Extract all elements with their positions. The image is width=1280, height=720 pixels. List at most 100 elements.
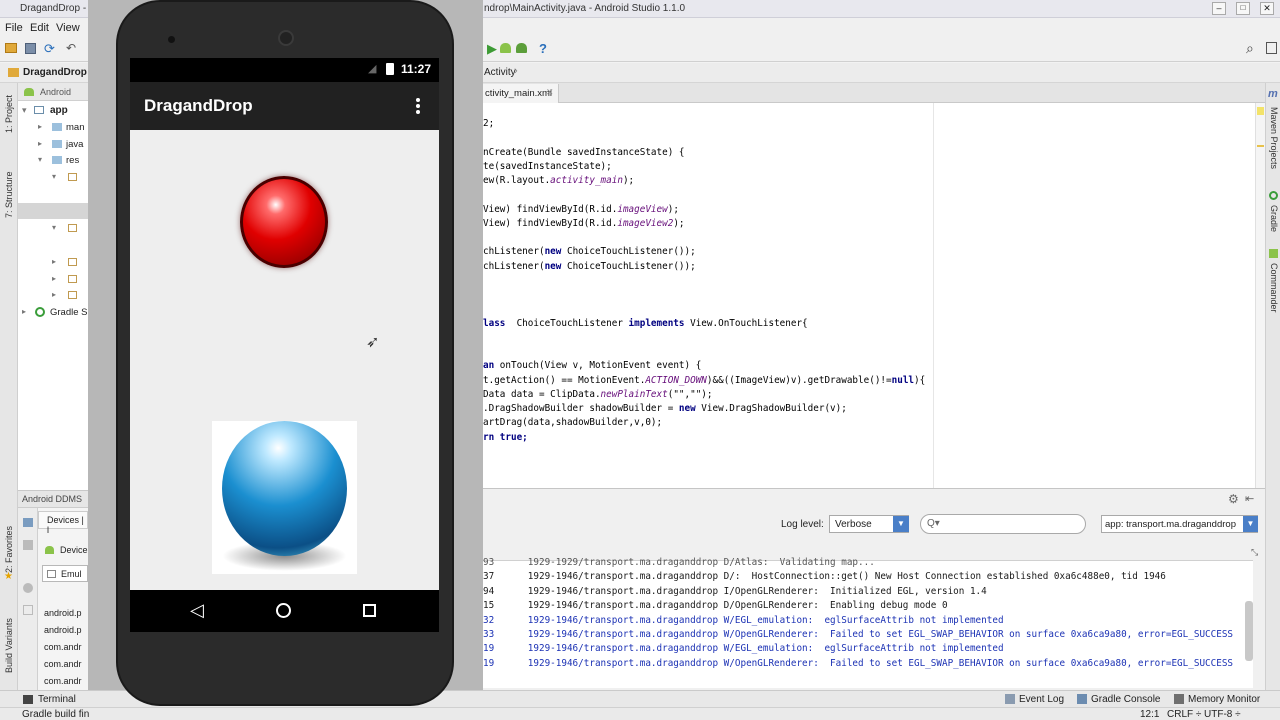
log-line: 94 1929-1946/transport.ma.draganddrop I/…: [483, 586, 987, 597]
run-app-icon[interactable]: ▶: [487, 41, 497, 57]
terminal-tab[interactable]: Terminal: [38, 694, 76, 705]
memory-monitor-tab[interactable]: Memory Monitor: [1188, 694, 1260, 705]
overflow-menu-icon[interactable]: [416, 98, 420, 102]
tree-item-manifests[interactable]: man: [66, 122, 84, 133]
code-editor[interactable]: 2; nCreate(Bundle savedInstanceState) {te…: [483, 103, 1255, 488]
gradle-tool-tab[interactable]: Gradle: [1269, 205, 1279, 232]
close-window-button[interactable]: ✕: [1260, 2, 1274, 15]
menu-file[interactable]: File: [5, 22, 23, 34]
mouse-cursor-icon: ➶: [366, 334, 380, 351]
expand-arrow-icon[interactable]: ▾: [52, 223, 56, 232]
process-row[interactable]: com.andr: [44, 676, 82, 686]
settings-panel-icon[interactable]: [1266, 42, 1277, 54]
maximize-button[interactable]: □: [1236, 2, 1250, 15]
code-token: ChoiceTouchListener: [505, 317, 629, 329]
menu-edit[interactable]: Edit: [30, 22, 49, 34]
settings-gear-icon[interactable]: ⚙: [1228, 492, 1239, 506]
scroll-to-end-icon[interactable]: ⤡: [1251, 547, 1258, 558]
window-title-right: ndrop\MainActivity.java - Android Studio…: [484, 3, 686, 14]
process-row[interactable]: android.p: [44, 608, 82, 618]
commander-tool-tab[interactable]: Commander: [1269, 263, 1279, 313]
process-row[interactable]: com.andr: [44, 642, 82, 652]
process-row[interactable]: android.p: [44, 625, 82, 635]
project-view-mode[interactable]: Android: [40, 87, 71, 97]
app-filter-select[interactable]: app: transport.ma.draganddrop ▼: [1101, 515, 1258, 533]
home-icon[interactable]: [276, 603, 291, 618]
log-line-tag: 1929-1946/transport.ma.draganddrop W/Ope…: [527, 629, 831, 640]
line-separator[interactable]: CRLF ÷: [1167, 709, 1201, 720]
minimize-button[interactable]: –: [1212, 2, 1226, 15]
blue-ball-image[interactable]: [212, 421, 357, 574]
breadcrumb-activity[interactable]: Activity: [484, 67, 516, 78]
favorites-tool-tab[interactable]: 2: Favorites: [4, 526, 14, 573]
code-token: )&&((ImageView)v).getDrawable()!=: [706, 374, 892, 386]
expand-arrow-icon[interactable]: ▾: [38, 155, 42, 164]
menu-view[interactable]: View: [56, 22, 80, 34]
sync-icon[interactable]: ⟳: [44, 41, 55, 57]
res-folder-icon: [68, 173, 77, 181]
tree-item-java[interactable]: java: [66, 139, 83, 150]
sdk-manager-icon[interactable]: [516, 43, 527, 53]
build-variants-tool-tab[interactable]: Build Variants: [4, 618, 14, 673]
recents-icon[interactable]: [363, 604, 376, 617]
tree-item-gradle-scripts[interactable]: Gradle S: [50, 307, 88, 318]
log-search-input[interactable]: Q▾: [920, 514, 1086, 534]
device-selector[interactable]: Device: [38, 543, 88, 559]
gradle-console-tab[interactable]: Gradle Console: [1091, 694, 1160, 705]
code-token: t.getAction() == MotionEvent.: [483, 374, 646, 386]
chevron-down-icon[interactable]: ▼: [893, 516, 909, 532]
record-icon[interactable]: [23, 540, 33, 550]
logcat-output[interactable]: 93 1929-1929/transport.ma.draganddrop D/…: [483, 557, 1253, 688]
expand-arrow-icon[interactable]: ▸: [52, 290, 56, 299]
code-token: 2;: [483, 118, 495, 129]
editor-scrollbar[interactable]: [1255, 103, 1265, 488]
stop-icon[interactable]: [23, 583, 33, 593]
expand-arrow-icon[interactable]: ▾: [52, 172, 56, 181]
log-scrollbar-thumb[interactable]: [1245, 601, 1253, 661]
caret-position[interactable]: 12:1: [1140, 709, 1159, 720]
file-encoding[interactable]: UTF-8 ÷: [1204, 709, 1241, 720]
help-icon[interactable]: ?: [539, 41, 547, 56]
expand-arrow-icon[interactable]: ▸: [52, 274, 56, 283]
tree-item-app[interactable]: app: [50, 105, 68, 116]
event-log-tab[interactable]: Event Log: [1019, 694, 1064, 705]
process-row[interactable]: com.andr: [44, 659, 82, 669]
expand-arrow-icon[interactable]: ▸: [52, 257, 56, 266]
gradle-icon: [35, 307, 45, 317]
expand-arrow-icon[interactable]: ▸: [22, 307, 26, 316]
back-icon[interactable]: ◁: [190, 600, 204, 621]
project-tool-tab[interactable]: 1: Project: [4, 95, 14, 133]
android-icon[interactable]: [500, 43, 511, 53]
app-filter-value: app: transport.ma.draganddrop: [1105, 519, 1236, 530]
code-token: new: [678, 403, 696, 414]
code-token: te(savedInstanceState);: [483, 160, 612, 172]
structure-tool-tab[interactable]: 7: Structure: [4, 171, 14, 218]
app-title: DragandDrop: [144, 96, 253, 115]
hide-panel-icon[interactable]: ⇤: [1245, 492, 1254, 505]
emulator-selector[interactable]: Emul: [42, 565, 88, 582]
dump-icon[interactable]: [23, 605, 33, 615]
maven-projects-tool-tab[interactable]: Maven Projects: [1269, 107, 1279, 169]
undo-icon[interactable]: ↶: [66, 41, 76, 55]
breadcrumb-project[interactable]: DragandDrop: [23, 67, 87, 78]
expand-arrow-icon[interactable]: ▸: [38, 122, 42, 131]
expand-arrow-icon[interactable]: ▸: [38, 139, 42, 148]
tree-item-res[interactable]: res: [66, 155, 79, 166]
log-line-message: HostConnection::get() New Host Connectio…: [751, 571, 1166, 583]
red-ball-image[interactable]: [240, 176, 328, 268]
warning-stripe[interactable]: [1257, 145, 1264, 147]
screenshot-icon[interactable]: [23, 518, 33, 527]
log-level-select[interactable]: Verbose ▼: [829, 515, 909, 533]
editor-tab-activity-main-xml[interactable]: ctivity_main.xml ✕: [483, 84, 559, 103]
search-everywhere-icon[interactable]: ⌕: [1246, 40, 1254, 57]
save-icon[interactable]: [25, 43, 36, 54]
status-bar: Gradle build fin 12:1 CRLF ÷ UTF-8 ÷: [0, 707, 1280, 720]
devices-tab[interactable]: Devices | l: [38, 511, 88, 535]
expand-arrow-icon[interactable]: ▾: [22, 105, 27, 116]
open-folder-icon[interactable]: [5, 43, 17, 53]
android-status-bar: ◢ 11:27: [130, 58, 439, 82]
close-tab-icon[interactable]: ✕: [546, 87, 554, 98]
chevron-down-icon[interactable]: ▼: [1243, 516, 1258, 532]
log-line-tag: 1929-1946/transport.ma.draganddrop W/Ope…: [527, 657, 831, 669]
warning-marker[interactable]: [1257, 107, 1264, 115]
